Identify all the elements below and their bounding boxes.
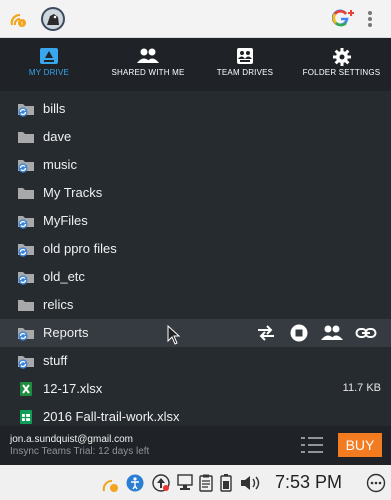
synced-folder-icon — [17, 353, 35, 369]
account-footer: jon.a.sundquist@gmail.com Insync Teams T… — [0, 426, 391, 465]
gear-icon — [292, 38, 391, 68]
buy-button[interactable]: BUY — [338, 433, 382, 457]
file-name: relics — [43, 297, 74, 312]
tab-label: MY DRIVE — [28, 68, 70, 77]
file-name: music — [43, 157, 77, 172]
tab-label: SHARED WITH ME — [111, 68, 185, 77]
list-item[interactable]: old ppro files — [0, 235, 391, 263]
synced-folder-icon — [17, 269, 35, 285]
volume-icon[interactable] — [240, 474, 262, 497]
synced-folder-icon — [17, 157, 35, 173]
drive-icon — [0, 38, 98, 68]
synced-folder-icon — [17, 241, 35, 257]
activity-list-icon[interactable] — [301, 436, 323, 459]
file-name: MyFiles — [43, 213, 88, 228]
tray-more-icon[interactable] — [366, 472, 386, 499]
trial-status: Insync Teams Trial: 12 days left — [10, 446, 150, 457]
list-item[interactable]: stuff — [0, 347, 391, 375]
folder-icon — [17, 297, 35, 313]
update-icon[interactable] — [152, 474, 170, 497]
file-name: old ppro files — [43, 241, 117, 256]
battery-icon[interactable] — [220, 474, 232, 497]
folder-icon — [17, 129, 35, 145]
insync-panel: MY DRIVE SHARED WITH ME TEAM DRIVES FOLD… — [0, 38, 391, 465]
tab-my-drive[interactable]: MY DRIVE — [0, 38, 98, 91]
list-item[interactable]: My Tracks — [0, 179, 391, 207]
list-item[interactable]: Reports — [0, 319, 391, 347]
synced-folder-icon — [17, 101, 35, 117]
file-name: old_etc — [43, 269, 85, 284]
accessibility-icon[interactable] — [126, 474, 144, 497]
tab-label: TEAM DRIVES — [216, 68, 274, 77]
header-bar: ! — [0, 0, 391, 38]
sync-arrows-icon[interactable] — [256, 323, 276, 343]
google-plus-icon[interactable] — [331, 8, 356, 33]
list-item[interactable]: dave — [0, 123, 391, 151]
stop-sync-icon[interactable] — [289, 323, 309, 343]
sheets-file-icon — [17, 409, 35, 425]
file-name: stuff — [43, 353, 68, 368]
more-vert-icon[interactable] — [367, 10, 373, 33]
tab-folder-settings[interactable]: FOLDER SETTINGS — [292, 38, 391, 91]
insync-tray-icon[interactable] — [102, 473, 120, 498]
list-item[interactable]: 12-17.xlsx 11.7 KB — [0, 375, 391, 403]
account-email: jon.a.sundquist@gmail.com — [10, 434, 133, 445]
list-item[interactable]: old_etc — [0, 263, 391, 291]
file-name: bills — [43, 101, 66, 116]
network-icon[interactable] — [177, 474, 193, 497]
synced-folder-icon — [17, 213, 35, 229]
excel-file-icon — [17, 381, 35, 397]
tab-shared-with-me[interactable]: SHARED WITH ME — [98, 38, 198, 91]
clock[interactable]: 7:53 PM — [275, 472, 342, 493]
list-item[interactable]: relics — [0, 291, 391, 319]
tab-bar: MY DRIVE SHARED WITH ME TEAM DRIVES FOLD… — [0, 38, 391, 91]
team-drive-icon — [198, 38, 292, 68]
list-item[interactable]: bills — [0, 95, 391, 123]
tab-label: FOLDER SETTINGS — [302, 68, 381, 77]
avatar[interactable] — [40, 6, 66, 37]
tab-team-drives[interactable]: TEAM DRIVES — [198, 38, 292, 91]
people-icon — [98, 38, 198, 68]
file-name: dave — [43, 129, 72, 144]
list-item[interactable]: music — [0, 151, 391, 179]
insync-status-icon[interactable]: ! — [9, 9, 29, 34]
system-tray: 7:53 PM — [0, 465, 391, 500]
mouse-cursor-icon — [167, 324, 187, 345]
file-name: 2016 Fall-trail-work.xlsx — [43, 409, 180, 424]
file-name: Reports — [43, 325, 89, 340]
clipboard-icon[interactable] — [199, 474, 213, 497]
file-name: My Tracks — [43, 185, 103, 200]
list-item[interactable]: MyFiles — [0, 207, 391, 235]
file-name: 12-17.xlsx — [43, 381, 103, 396]
share-people-icon[interactable] — [321, 323, 343, 343]
folder-icon — [17, 185, 35, 201]
svg-text:!: ! — [21, 21, 23, 28]
link-icon[interactable] — [355, 323, 377, 343]
file-list: bills dave music My Tracks MyFiles old p… — [0, 91, 391, 426]
synced-folder-icon — [17, 325, 35, 341]
file-size: 11.7 KB — [342, 382, 381, 394]
